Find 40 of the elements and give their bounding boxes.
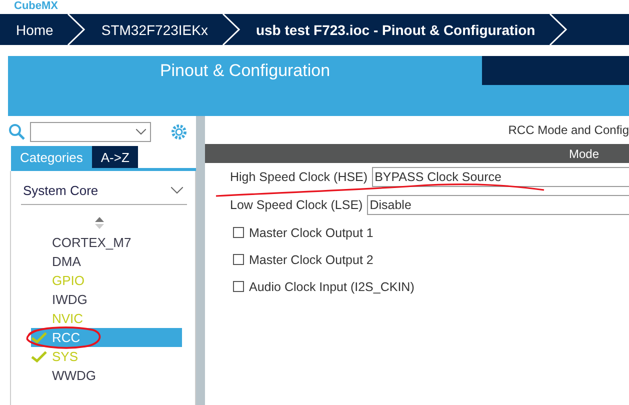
checkbox[interactable] (233, 254, 244, 265)
scrollbar[interactable] (196, 116, 205, 405)
checkbox-label: Audio Clock Input (I2S_CKIN) (249, 280, 414, 294)
category-item[interactable]: DMA (31, 252, 182, 271)
item-label: IWDG (52, 292, 88, 307)
app-logo-text: CubeMX (14, 0, 58, 12)
item-label: WWDG (52, 368, 96, 383)
panel-title: RCC Mode and Config (508, 123, 629, 137)
select-field[interactable]: Disable (366, 195, 629, 215)
category-item[interactable]: CORTEX_M7 (31, 233, 182, 252)
item-label: GPIO (52, 273, 85, 288)
item-label: NVIC (52, 311, 84, 326)
sidebar-tab[interactable]: A->Z (92, 146, 138, 168)
select-field[interactable]: BYPASS Clock Source (372, 167, 629, 187)
breadcrumb-link[interactable]: STM32F723IEKx (85, 22, 208, 38)
checkbox-label: Master Clock Output 1 (249, 226, 374, 240)
section-header: Mode (568, 146, 599, 160)
item-label: CORTEX_M7 (52, 235, 132, 250)
category-item[interactable]: WWDG (31, 366, 182, 385)
chevron-icon (222, 14, 240, 45)
checkbox[interactable] (233, 227, 244, 238)
caret-icon (136, 128, 146, 134)
chevron-icon (67, 14, 86, 45)
item-label: DMA (52, 254, 81, 269)
category-dropdown[interactable]: System Core (21, 183, 187, 205)
item-label: RCC (52, 330, 80, 345)
settings-icon[interactable] (170, 122, 188, 140)
chevron-icon (549, 14, 568, 45)
search-icon[interactable] (8, 122, 26, 140)
checkbox-label: Master Clock Output 2 (249, 252, 374, 266)
checkbox[interactable] (233, 281, 244, 292)
breadcrumb-link[interactable]: usb test F723.ioc - Pinout & Configuration (240, 22, 536, 38)
search-field[interactable] (30, 122, 151, 142)
field-label: High Speed Clock (HSE) (230, 170, 368, 184)
item-label: SYS (52, 349, 78, 364)
sort-icon[interactable] (95, 217, 104, 229)
category-item[interactable]: IWDG (31, 290, 182, 309)
chevron-down-icon (171, 187, 183, 194)
breadcrumb-link[interactable]: Home (0, 22, 54, 38)
field-label: Low Speed Clock (LSE) (230, 198, 363, 212)
